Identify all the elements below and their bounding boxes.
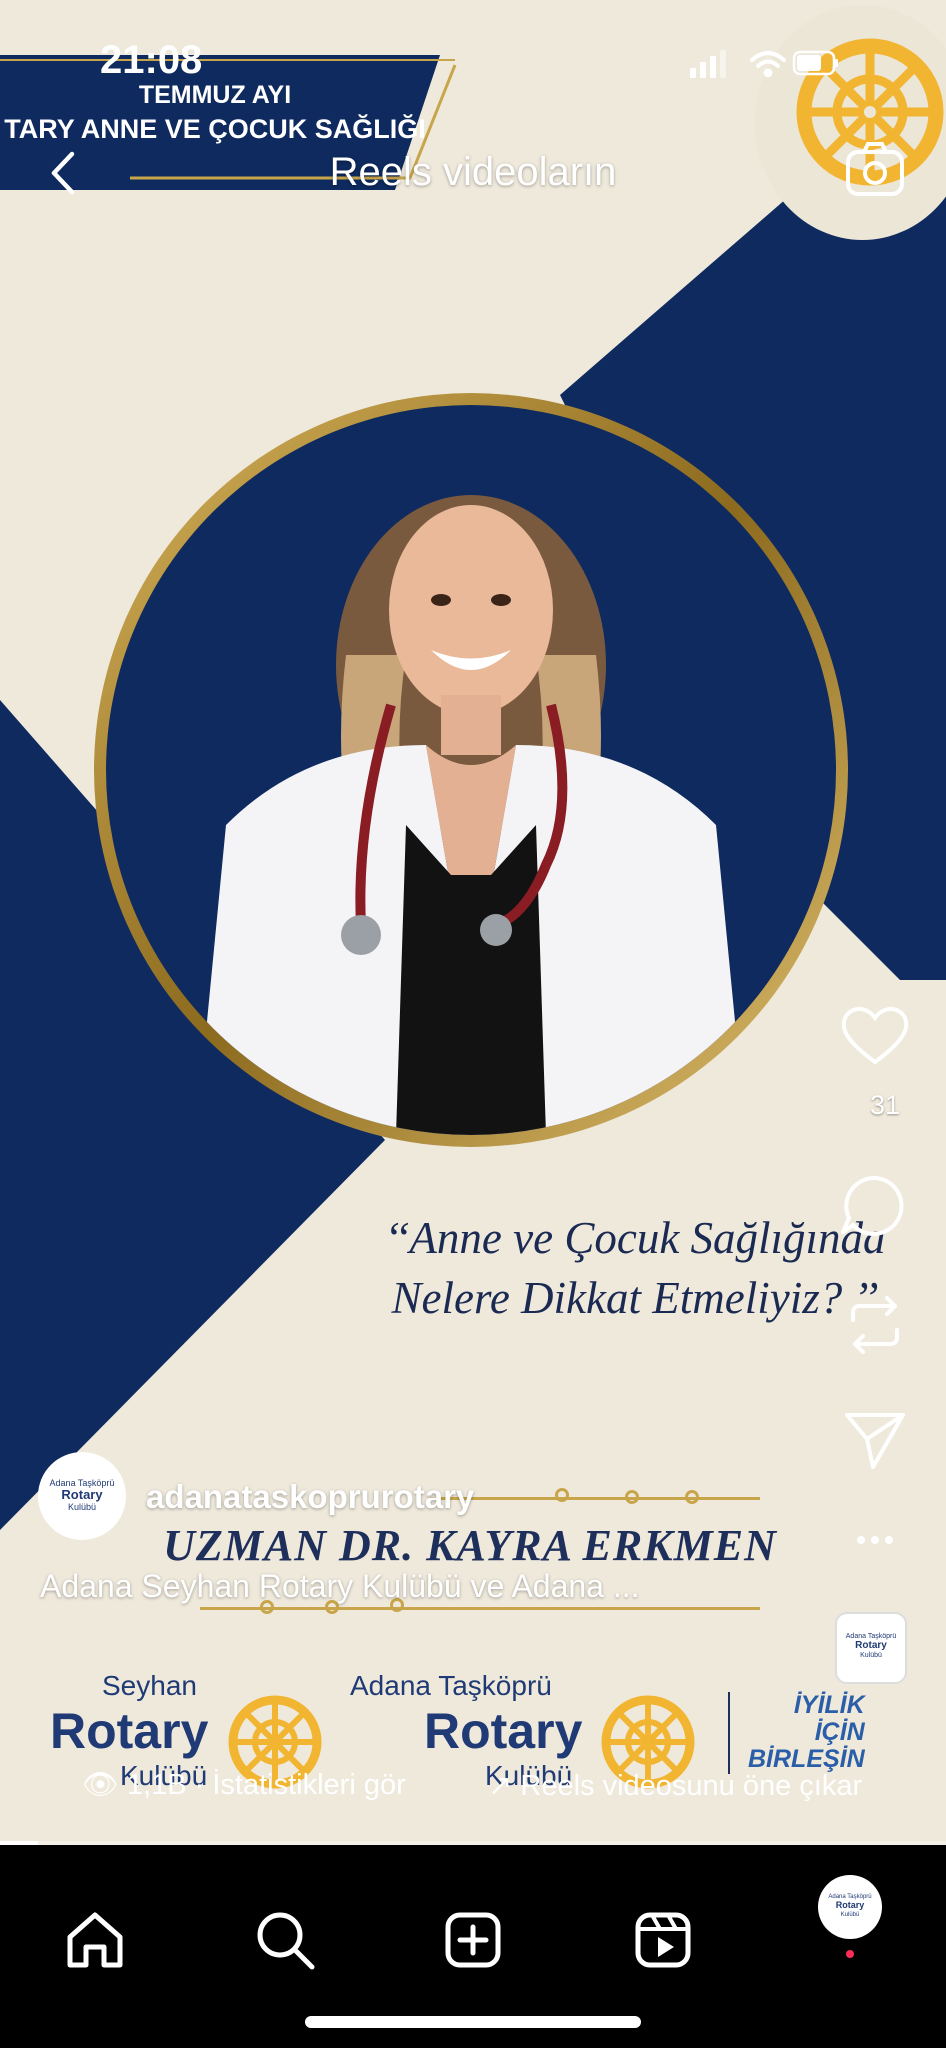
insights-label: İstatistikleri gör xyxy=(212,1769,406,1801)
avatar-footer-text: Kulübü xyxy=(67,1502,97,1512)
battery-icon xyxy=(792,50,838,76)
slogan-line-1: İYİLİK xyxy=(793,1691,865,1719)
stats-row: 👁 1,1B · İstatistikleri gör ↗ Reels vide… xyxy=(0,1760,946,1810)
signal-icon xyxy=(690,50,726,78)
deco-line-bottom xyxy=(200,1607,760,1610)
insights-link[interactable]: 👁 1,1B · İstatistikleri gör xyxy=(82,1768,406,1802)
notification-dot xyxy=(846,1950,854,1958)
club1-small: Seyhan xyxy=(102,1670,197,1701)
audio-thumbnail[interactable]: Adana Taşköprü Rotary Kulübü xyxy=(835,1612,907,1684)
thumb-big-text: Rotary xyxy=(855,1640,887,1651)
thumb-footer-text: Kulübü xyxy=(860,1652,882,1659)
doctor-name: UZMAN DR. KAYRA ERKMEN xyxy=(163,1521,777,1570)
page-title: Reels videoların xyxy=(329,150,617,194)
reels-icon[interactable] xyxy=(628,1905,698,1975)
deco-line-top xyxy=(430,1497,760,1500)
home-icon[interactable] xyxy=(60,1905,130,1975)
more-options-icon[interactable] xyxy=(835,1525,915,1555)
like-count: 31 xyxy=(869,1090,901,1120)
post-caption[interactable]: Adana Seyhan Rotary Kulübü ve Adana ... xyxy=(40,1568,640,1605)
deco-dot xyxy=(685,1490,699,1504)
profile-avatar[interactable]: Adana Taşköprü Rotary Kulübü xyxy=(818,1875,882,1939)
doctor-photo xyxy=(106,405,836,1135)
remix-icon[interactable] xyxy=(835,1290,915,1360)
feature-label: Reels videosunu öne çıkar xyxy=(520,1770,863,1802)
home-indicator xyxy=(305,2016,641,2028)
club2-big: Rotary xyxy=(424,1703,583,1759)
comment-icon[interactable] xyxy=(835,1170,915,1240)
deco-dot xyxy=(625,1490,639,1504)
separator: · xyxy=(194,1769,213,1801)
author-username[interactable]: adanataskoprurotary xyxy=(146,1478,474,1516)
club2-small: Adana Taşköprü xyxy=(350,1670,552,1701)
eye-icon: 👁 xyxy=(82,1769,119,1801)
view-count: 1,1B xyxy=(126,1769,187,1801)
avatar-big-text: Rotary xyxy=(61,1487,103,1502)
banner-theme: TARY ANNE VE ÇOCUK SAĞLIĞI xyxy=(4,114,426,144)
nav-avatar-big-text: Rotary xyxy=(835,1900,865,1910)
club1-big: Rotary xyxy=(50,1703,209,1759)
create-post-icon[interactable] xyxy=(438,1905,508,1975)
trend-arrow-icon: ↗ xyxy=(488,1770,513,1802)
slogan-line-2: İÇİN xyxy=(814,1718,865,1746)
deco-dot xyxy=(555,1488,569,1502)
doctor-illustration xyxy=(196,495,746,1135)
search-icon[interactable] xyxy=(250,1905,320,1975)
heart-icon[interactable] xyxy=(835,1000,915,1070)
banner-month: TEMMUZ AYI xyxy=(138,81,292,109)
camera-icon[interactable] xyxy=(840,140,910,200)
share-icon[interactable] xyxy=(835,1405,915,1475)
feature-reel-link[interactable]: ↗ Reels videosunu öne çıkar xyxy=(488,1768,862,1803)
author-avatar[interactable]: Adana Taşköprü Rotary Kulübü xyxy=(38,1452,126,1540)
nav-avatar-footer-text: Kulübü xyxy=(840,1912,860,1918)
wifi-icon xyxy=(750,51,786,78)
status-icons xyxy=(690,50,838,78)
status-time: 21:08 xyxy=(100,38,203,82)
